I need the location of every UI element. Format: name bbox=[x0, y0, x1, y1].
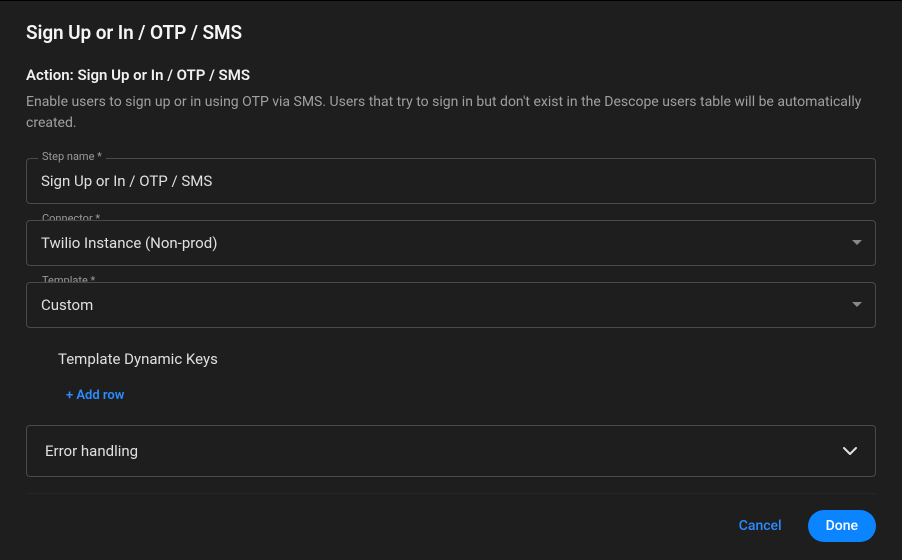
chevron-down-icon bbox=[843, 447, 857, 455]
connector-select[interactable]: Twilio Instance (Non-prod) bbox=[26, 220, 876, 266]
form-content: Action: Sign Up or In / OTP / SMS Enable… bbox=[26, 66, 876, 493]
modal-footer: Cancel Done bbox=[26, 493, 876, 560]
error-handling-accordion[interactable]: Error handling bbox=[26, 425, 876, 477]
cancel-button[interactable]: Cancel bbox=[731, 510, 790, 542]
template-dynamic-keys-heading: Template Dynamic Keys bbox=[58, 350, 876, 368]
step-name-label: Step name * bbox=[38, 150, 106, 163]
action-description: Enable users to sign up or in using OTP … bbox=[26, 92, 876, 134]
done-button[interactable]: Done bbox=[808, 510, 876, 542]
template-select[interactable]: Custom bbox=[26, 282, 876, 328]
error-handling-label: Error handling bbox=[45, 442, 138, 460]
connector-field: Connector * Twilio Instance (Non-prod) bbox=[26, 220, 876, 266]
action-subtitle: Action: Sign Up or In / OTP / SMS bbox=[26, 66, 876, 84]
page-title: Sign Up or In / OTP / SMS bbox=[26, 21, 876, 44]
step-name-field: Step name * bbox=[26, 158, 876, 204]
add-row-button[interactable]: + Add row bbox=[66, 388, 124, 403]
template-field: Template * Custom bbox=[26, 282, 876, 328]
step-name-input[interactable] bbox=[26, 158, 876, 204]
action-modal: Sign Up or In / OTP / SMS Action: Sign U… bbox=[0, 0, 902, 560]
